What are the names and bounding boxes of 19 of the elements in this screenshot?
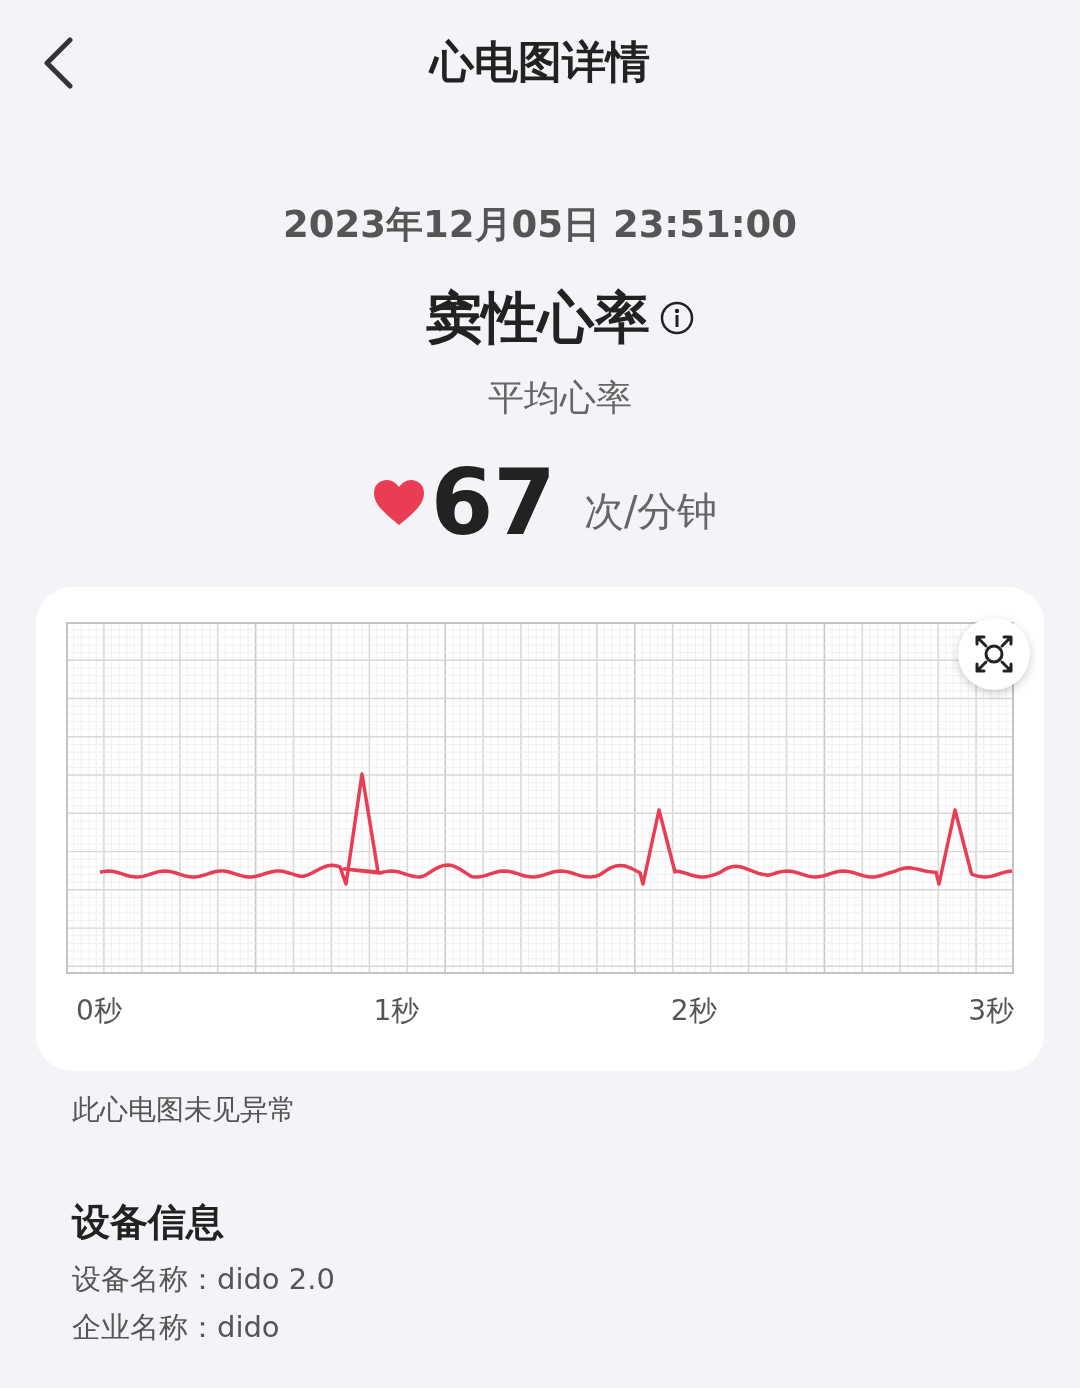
rhythm-result: 窦性心率 [426, 284, 650, 352]
device-info-line: 设备名称：dido 2.0 [72, 1262, 336, 1296]
heart-rate-value: 67 [430, 455, 556, 551]
heart-rate-unit: 次/分钟 [583, 486, 718, 536]
device-info-line: 企业名称：dido [72, 1310, 281, 1344]
heart-icon [372, 480, 425, 526]
expand-icon [974, 634, 1014, 674]
section-title: 设备信息 [72, 1199, 225, 1246]
axis-label: 3秒 [968, 993, 1014, 1029]
axis-label: 2秒 [670, 993, 717, 1029]
fullscreen-button[interactable] [958, 618, 1030, 690]
ecg-conclusion: 此心电图未见异常 [72, 1092, 297, 1128]
axis-label: 0秒 [76, 993, 122, 1029]
average-label: 平均心率 [487, 376, 633, 420]
axis-label: 1秒 [373, 993, 420, 1029]
date-time: 2023年12月05日 23:51:00 [282, 202, 798, 248]
back-icon[interactable] [42, 37, 74, 89]
info-icon[interactable] [660, 301, 694, 335]
page-title: 心电图详情 [430, 35, 650, 89]
